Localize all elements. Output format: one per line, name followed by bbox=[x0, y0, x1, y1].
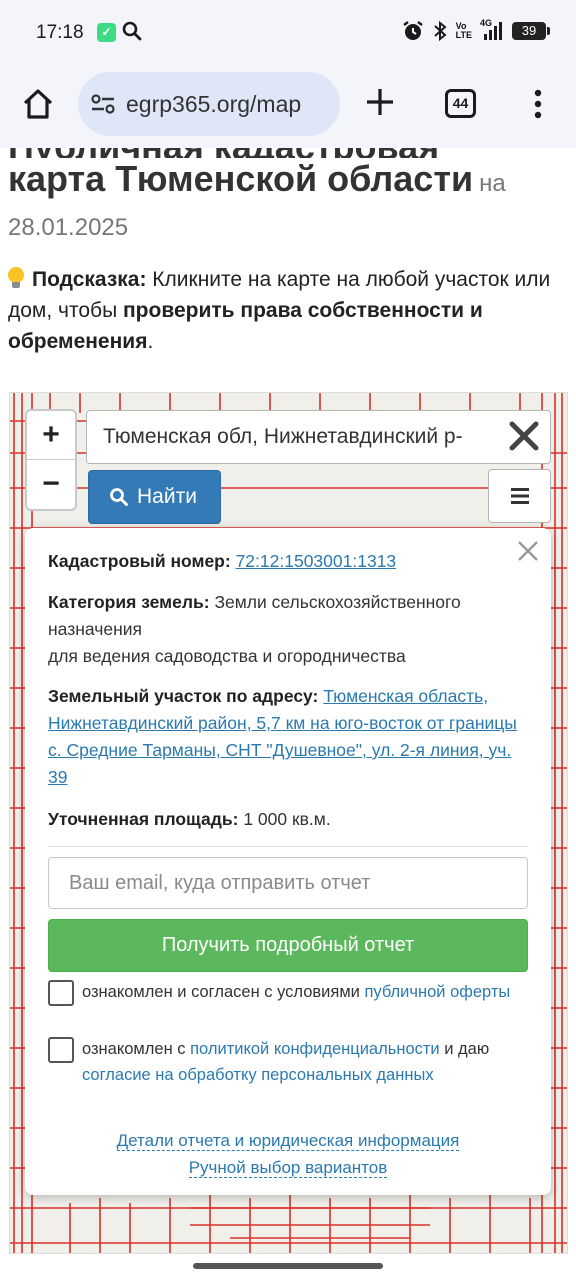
app-notification-icon: ✓ bbox=[97, 23, 116, 42]
zoom-in-button[interactable]: + bbox=[27, 411, 75, 460]
bluetooth-icon bbox=[433, 20, 447, 42]
consent-link[interactable]: согласие на обработку персональных данны… bbox=[82, 1066, 434, 1084]
browser-toolbar: egrp365.org/map 44 bbox=[0, 66, 576, 148]
hamburger-icon bbox=[510, 488, 529, 504]
alarm-icon bbox=[402, 21, 423, 40]
privacy-policy-link[interactable]: политикой конфиденциальности bbox=[190, 1040, 440, 1058]
get-report-button[interactable]: Получить подробный отчет bbox=[48, 919, 528, 972]
divider bbox=[48, 846, 528, 847]
zoom-out-button[interactable]: − bbox=[27, 460, 75, 509]
lightbulb-icon bbox=[8, 267, 24, 289]
terms-checkbox[interactable] bbox=[48, 980, 74, 1006]
offer-link[interactable]: публичной оферты bbox=[364, 983, 510, 1001]
cadastral-number-row: Кадастровый номер: 72:12:1503001:1313 bbox=[48, 551, 397, 571]
report-details-link[interactable]: Детали отчета и юридическая информация bbox=[25, 1131, 551, 1151]
privacy-label: ознакомлен с политикой конфиденциальност… bbox=[82, 1040, 490, 1084]
site-settings-icon[interactable] bbox=[90, 93, 116, 115]
page-date: 28.01.2025 bbox=[8, 214, 129, 241]
address-search-input[interactable]: Тюменская обл, Нижнетавдинский р- bbox=[86, 410, 551, 464]
search-icon bbox=[110, 488, 128, 506]
menu-icon[interactable] bbox=[526, 88, 550, 120]
area-row: Уточненная площадь: 1 000 кв.м. bbox=[48, 809, 331, 829]
hint-text: Подсказка: Кликните на карте на любой уч… bbox=[8, 267, 551, 353]
zoom-control: + − bbox=[25, 409, 77, 511]
layers-menu-button[interactable] bbox=[488, 469, 551, 523]
status-time: 17:18 bbox=[36, 22, 84, 43]
email-field[interactable] bbox=[48, 857, 528, 909]
status-bar: 17:18 ✓ Vo LTE 4G 39 bbox=[0, 0, 576, 66]
cadastral-number-link[interactable]: 72:12:1503001:1313 bbox=[236, 551, 397, 571]
home-icon[interactable] bbox=[20, 86, 56, 122]
home-indicator[interactable] bbox=[193, 1263, 383, 1269]
signal-icon: 4G bbox=[480, 19, 504, 41]
search-notification-icon bbox=[122, 21, 142, 41]
address-bar[interactable]: egrp365.org/map bbox=[78, 72, 340, 136]
land-category-row: Категория земель: Земли сельскохозяйстве… bbox=[48, 592, 461, 666]
find-button[interactable]: Найти bbox=[88, 470, 221, 524]
tab-switcher-button[interactable]: 44 bbox=[445, 89, 476, 118]
url-text: egrp365.org/map bbox=[126, 90, 302, 117]
volte-indicator: Vo LTE bbox=[455, 21, 472, 40]
address-row: Земельный участок по адресу: Тюменская о… bbox=[48, 686, 517, 787]
terms-label: ознакомлен и согласен с условиями публич… bbox=[82, 983, 511, 1001]
find-button-label: Найти bbox=[137, 485, 197, 508]
battery-icon: 39 bbox=[512, 22, 550, 40]
page-title: карта Тюменской области на bbox=[8, 158, 506, 199]
manual-selection-link[interactable]: Ручной выбор вариантов bbox=[25, 1158, 551, 1178]
privacy-checkbox[interactable] bbox=[48, 1037, 74, 1063]
land-usage: для ведения садоводства и огородничества bbox=[48, 646, 406, 666]
heading-cut-line: Публичная кадастровая bbox=[8, 148, 568, 158]
clear-search-icon[interactable] bbox=[508, 420, 540, 452]
new-tab-icon[interactable] bbox=[362, 84, 398, 120]
